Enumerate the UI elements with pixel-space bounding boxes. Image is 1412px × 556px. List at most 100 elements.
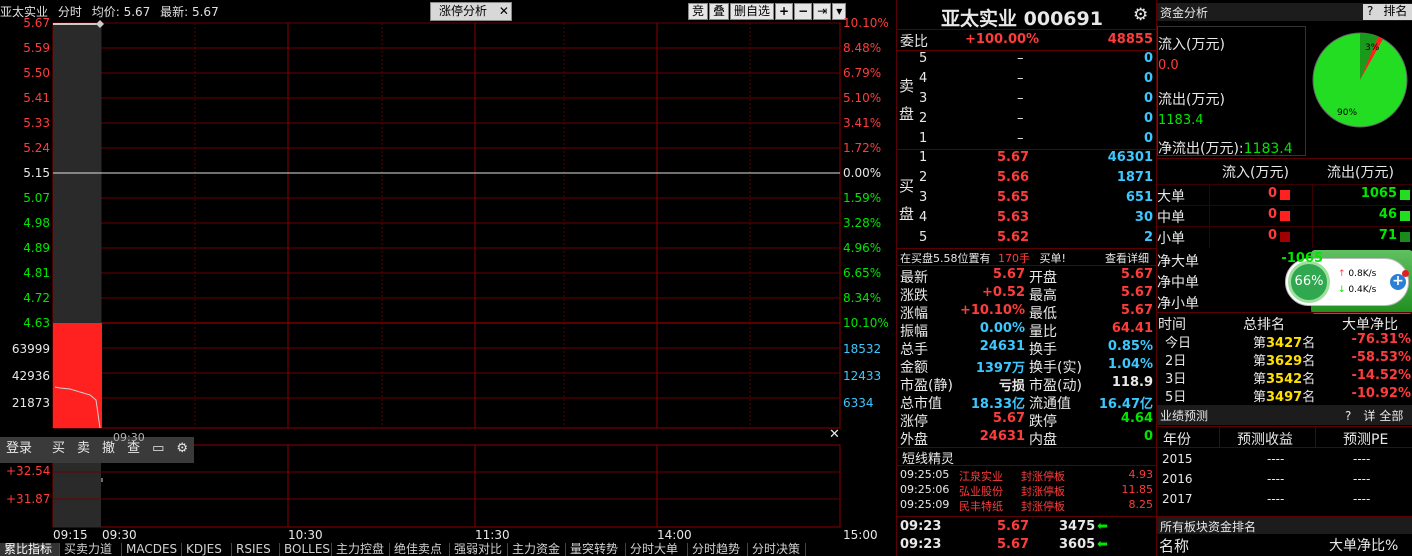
indicator-tab[interactable]: 强弱对比 [450, 543, 508, 556]
indicator-tab[interactable]: KDJES [182, 543, 232, 556]
short-stock-name[interactable]: 江泉实业 [959, 468, 1003, 484]
rank-position: 第3629名 [1253, 354, 1316, 369]
indicator-tab[interactable]: 分时大单 [626, 543, 688, 556]
outflow-header: 流出(万元) [1327, 165, 1394, 181]
sell-button[interactable]: 卖 [71, 437, 96, 461]
indicator-tab[interactable]: 买卖力道 [60, 543, 122, 556]
buy-volume: 651 [1125, 190, 1153, 205]
short-stock-name[interactable]: 民丰特纸 [959, 498, 1003, 514]
fund-size-label: 大单 [1157, 189, 1185, 205]
time-tick-label: 14:00 [657, 528, 692, 542]
quote-label: 涨幅 [900, 306, 928, 322]
rank-time-header: 时间 [1158, 317, 1186, 333]
help-button[interactable]: ? [1345, 409, 1351, 423]
quote-value: 5.67 [992, 411, 1025, 426]
col-divider [1312, 184, 1313, 248]
quote-value: 18.33亿 [970, 397, 1025, 412]
detail-button[interactable]: 详 [1363, 409, 1375, 423]
rank-total-header: 总排名 [1243, 317, 1285, 333]
buy-volume: 30 [1134, 210, 1153, 225]
fund-header-buttons: ? 排名 [1363, 4, 1412, 20]
quote-label: 市盈(静) [900, 378, 953, 394]
buy-price: 5.62 [997, 230, 1030, 245]
speed-percent: 66% [1288, 261, 1330, 303]
gear-icon[interactable]: ⚙ [1133, 5, 1148, 25]
net-size-label: 净小单 [1157, 296, 1199, 312]
quote-value: 0 [1143, 429, 1153, 444]
rank-ratio: -14.52% [1351, 368, 1411, 383]
forecast-year: 2017 [1162, 492, 1193, 506]
view-detail-link[interactable]: 查看详细 [1105, 250, 1149, 266]
quote-label: 外盘 [900, 432, 928, 448]
rank-ratio-header: 大单净比 [1342, 317, 1398, 333]
fund-in-value: 0 [1267, 207, 1277, 222]
pct-tick-label: 0.00% [843, 166, 882, 180]
indicator-tab[interactable]: MACDES [122, 543, 182, 556]
rank-position: 第3542名 [1253, 372, 1316, 387]
quote-label: 内盘 [1029, 432, 1057, 448]
quote-label: 流通值 [1029, 396, 1071, 412]
indicator-tab[interactable]: RSIES [232, 543, 280, 556]
in-color-square [1280, 190, 1290, 200]
price-tick-label: 5.15 [23, 166, 50, 180]
fund-out-value: 71 [1378, 228, 1397, 243]
buy-side-label: 买盘 [899, 177, 915, 223]
indicator-tab[interactable]: 累比指标 [0, 543, 60, 556]
quote-value: 4.64 [1120, 411, 1153, 426]
fund-out-value: 1065 [1360, 186, 1397, 201]
forecast-eps: ---- [1267, 492, 1285, 506]
sell-level: 1 [919, 131, 928, 146]
help-button[interactable]: ? [1363, 4, 1377, 18]
price-tick-label: 5.59 [23, 41, 50, 55]
pie-big-label: 90% [1337, 108, 1357, 118]
pct-tick-label: 3.41% [843, 116, 882, 130]
sell-price: – [1017, 51, 1024, 66]
all-button[interactable]: 全部 [1379, 409, 1403, 423]
quote-label: 涨停 [900, 414, 928, 430]
buy-price: 5.63 [997, 210, 1030, 225]
rank-button[interactable]: 排名 [1383, 4, 1407, 18]
pct-tick-label: 10.10% [843, 316, 889, 330]
indicator-tab[interactable]: BOLLES [280, 543, 332, 556]
down-arrow-icon: ⬅ [1097, 519, 1108, 534]
buy-price: 5.65 [997, 190, 1030, 205]
price-tick-label: 5.41 [23, 91, 50, 105]
price-tick-label: 4.72 [23, 291, 50, 305]
time-tick-label: 11:30 [475, 528, 510, 542]
short-time: 09:25:05 [900, 468, 950, 481]
forecast-year-header: 年份 [1163, 432, 1191, 448]
gear-icon[interactable]: ⚙ [170, 437, 194, 461]
buy-price: 5.66 [997, 170, 1030, 185]
short-stock-name[interactable]: 弘业股份 [959, 483, 1003, 499]
quote-value: 5.67 [1120, 303, 1153, 318]
row-divider [1157, 184, 1412, 185]
price-tick-label: 5.67 [23, 16, 50, 30]
buy-button[interactable]: 买 [46, 437, 71, 461]
window-icon[interactable]: ▭ [146, 437, 170, 461]
indicator-tab[interactable]: 主力资金 [508, 543, 566, 556]
indicator-tab[interactable]: 绝佳卖点 [390, 543, 450, 556]
pct-tick-label: 6.79% [843, 66, 882, 80]
close-icon[interactable]: ✕ [829, 427, 840, 442]
short-time: 09:25:06 [900, 483, 950, 496]
tick-volume: 3605 [1059, 537, 1096, 552]
fund-out-value: 46 [1378, 207, 1397, 222]
pct-tick-label: 6.65% [843, 266, 882, 280]
indicator-tab[interactable]: 主力控盘 [332, 543, 390, 556]
buy-level: 5 [919, 230, 928, 245]
pct-tick-label: 5.10% [843, 91, 882, 105]
sell-level: 4 [919, 71, 928, 86]
indicator-tab[interactable]: 分时决策 [748, 543, 806, 556]
net-outflow: 净流出(万元):1183.4 [1158, 141, 1293, 157]
forecast-eps-header: 预测收益 [1237, 432, 1293, 448]
indicator-tab[interactable]: 分时趋势 [688, 543, 748, 556]
indicator-tab[interactable]: 量突转势 [566, 543, 626, 556]
short-event: 封涨停板 [1021, 485, 1065, 498]
login-button[interactable]: 登录 [0, 437, 38, 461]
out-color-square [1400, 232, 1410, 242]
buy-level: 3 [919, 190, 928, 205]
quote-label: 开盘 [1029, 270, 1057, 286]
quote-label: 最新 [900, 270, 928, 286]
net-size-value: -1065 [1281, 251, 1323, 266]
buy-level: 2 [919, 170, 928, 185]
